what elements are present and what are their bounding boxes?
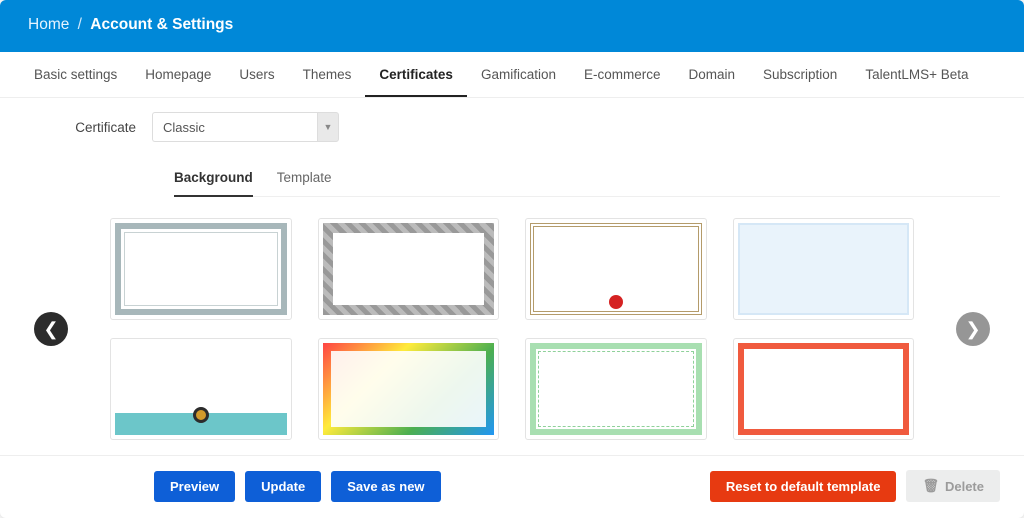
main-nav-tabs: Basic settings Homepage Users Themes Cer… <box>0 52 1024 98</box>
tab-basic-settings[interactable]: Basic settings <box>20 52 131 97</box>
tab-subscription[interactable]: Subscription <box>749 52 851 97</box>
preview-button[interactable]: Preview <box>154 471 235 502</box>
subtab-background[interactable]: Background <box>174 162 253 197</box>
tab-homepage[interactable]: Homepage <box>131 52 225 97</box>
background-thumb-7[interactable] <box>525 338 707 440</box>
breadcrumb: Home / Account & Settings <box>0 0 1024 52</box>
tab-themes[interactable]: Themes <box>289 52 366 97</box>
reset-default-button[interactable]: Reset to default template <box>710 471 897 502</box>
carousel-next-button[interactable]: ❯ <box>956 312 990 346</box>
chevron-down-icon: ▼ <box>317 112 339 142</box>
tab-users[interactable]: Users <box>225 52 288 97</box>
background-thumb-1[interactable] <box>110 218 292 320</box>
footer-actions: Preview Update Save as new Reset to defa… <box>0 455 1024 518</box>
carousel-prev-button[interactable]: ❮ <box>34 312 68 346</box>
tab-talentlms-beta[interactable]: TalentLMS+ Beta <box>851 52 982 97</box>
chevron-left-icon: ❮ <box>43 319 58 340</box>
delete-button-label: Delete <box>945 479 984 494</box>
chevron-right-icon: ❯ <box>965 319 980 340</box>
breadcrumb-home[interactable]: Home <box>28 16 69 33</box>
background-thumb-6[interactable] <box>318 338 500 440</box>
background-thumb-2[interactable] <box>318 218 500 320</box>
tab-domain[interactable]: Domain <box>674 52 749 97</box>
tab-gamification[interactable]: Gamification <box>467 52 570 97</box>
background-thumb-5[interactable] <box>110 338 292 440</box>
background-thumb-8[interactable] <box>733 338 915 440</box>
subtab-template[interactable]: Template <box>277 162 332 197</box>
page-title: Account & Settings <box>90 16 233 33</box>
background-thumb-3[interactable] <box>525 218 707 320</box>
save-as-new-button[interactable]: Save as new <box>331 471 440 502</box>
delete-button[interactable]: 🗑 Delete <box>906 470 1000 502</box>
tab-certificates[interactable]: Certificates <box>365 52 467 97</box>
certificate-subtabs: Background Template <box>174 162 1000 197</box>
update-button[interactable]: Update <box>245 471 321 502</box>
certificate-label: Certificate <box>24 120 136 135</box>
tab-ecommerce[interactable]: E-commerce <box>570 52 675 97</box>
background-grid <box>80 216 944 442</box>
breadcrumb-separator: / <box>78 16 82 33</box>
certificate-selected-value: Classic <box>152 112 317 142</box>
certificate-select[interactable]: Classic ▼ <box>152 112 339 142</box>
background-thumb-4[interactable] <box>733 218 915 320</box>
trash-icon: 🗑 <box>922 478 939 494</box>
